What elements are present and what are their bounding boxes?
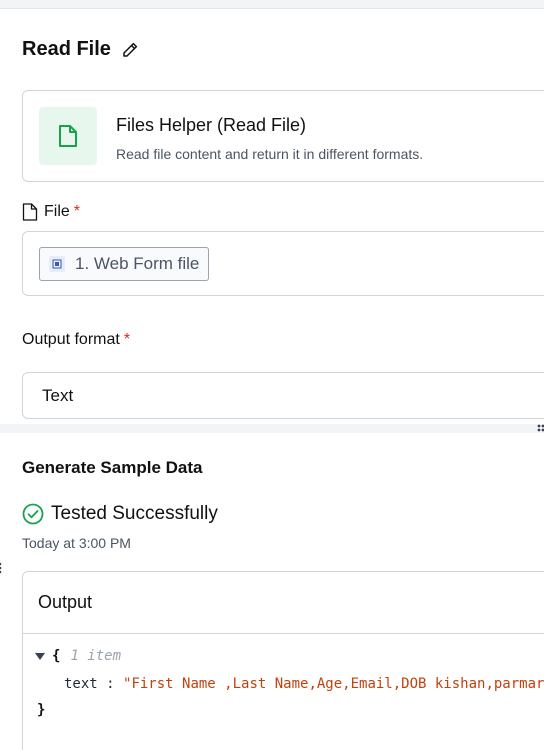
json-colon: :	[97, 676, 124, 692]
form-icon	[49, 256, 65, 272]
output-format-label-text: Output format	[22, 331, 120, 348]
step-config-panel: Read File Files Helper (Read File) Read …	[0, 8, 544, 424]
web-form-file-chip[interactable]: 1. Web Form file	[39, 247, 210, 281]
file-field-label: File *	[22, 203, 80, 221]
open-brace: {	[52, 648, 61, 664]
json-close-line: }	[37, 702, 45, 718]
item-count: 1 item	[70, 648, 122, 664]
required-mark: *	[73, 203, 81, 220]
close-brace: }	[37, 702, 46, 718]
sample-data-panel: Generate Sample Data Tested Successfully…	[0, 433, 544, 750]
file-input[interactable]: 1. Web Form file	[22, 231, 544, 296]
output-header: Output	[23, 572, 544, 634]
app-description: Read file content and return it in diffe…	[116, 146, 424, 162]
file-label-text: File	[44, 203, 70, 220]
document-icon	[22, 203, 38, 221]
output-title: Output	[38, 592, 93, 612]
json-string-value: "First Name ,Last Name,Age,Email,DOB kis…	[123, 676, 544, 692]
output-card: Output { 1 item text : "First Name ,Last…	[22, 571, 544, 750]
pencil-icon[interactable]	[120, 40, 140, 60]
output-format-value: Text	[42, 385, 74, 405]
chip-label: 1. Web Form file	[75, 254, 200, 273]
required-mark: *	[123, 331, 131, 348]
file-icon	[39, 107, 97, 165]
side-handle-icon[interactable]	[0, 560, 4, 576]
step-title: Read File	[22, 38, 111, 60]
json-property-line: text : "First Name ,Last Name,Age,Email,…	[64, 676, 544, 692]
status-text: Tested Successfully	[51, 503, 218, 524]
output-format-label: Output format *	[22, 331, 130, 349]
title-row: Read File	[22, 38, 140, 61]
app-card[interactable]: Files Helper (Read File) Read file conte…	[22, 90, 544, 182]
section-title: Generate Sample Data	[22, 458, 203, 477]
test-status: Tested Successfully	[22, 503, 218, 525]
json-key: text	[64, 676, 98, 692]
app-name: Files Helper (Read File)	[116, 115, 307, 135]
test-timestamp: Today at 3:00 PM	[22, 535, 131, 551]
json-root-line: { 1 item	[35, 648, 121, 664]
output-format-select[interactable]: Text	[22, 372, 544, 419]
collapse-caret-icon[interactable]	[35, 652, 45, 660]
check-circle-icon	[22, 503, 44, 525]
